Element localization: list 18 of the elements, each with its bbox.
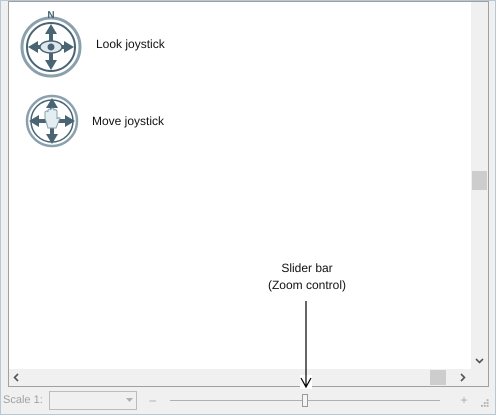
vertical-scrollbar[interactable]	[471, 2, 488, 369]
chevron-down-icon[interactable]	[475, 358, 484, 364]
resize-grip-icon[interactable]	[481, 399, 489, 407]
zoom-out-button[interactable]: –	[145, 391, 160, 409]
zoom-in-button[interactable]: +	[456, 391, 472, 409]
zoom-slider[interactable]	[170, 392, 440, 408]
slider-thumb[interactable]	[302, 394, 308, 407]
chevron-right-icon[interactable]	[460, 373, 466, 382]
callout-text: Slider bar (Zoom control)	[266, 260, 348, 294]
horizontal-scrollbar[interactable]	[9, 369, 488, 386]
compass-hand-icon	[25, 94, 79, 148]
joystick-label: Move joystick	[92, 113, 164, 130]
joystick-label: Look joystick	[96, 36, 165, 53]
caret-icon	[126, 398, 134, 402]
scroll-thumb[interactable]	[430, 370, 446, 385]
scroll-thumb[interactable]	[472, 170, 487, 190]
chevron-left-icon[interactable]	[13, 373, 19, 382]
scale-label: Scale 1:	[3, 392, 43, 408]
